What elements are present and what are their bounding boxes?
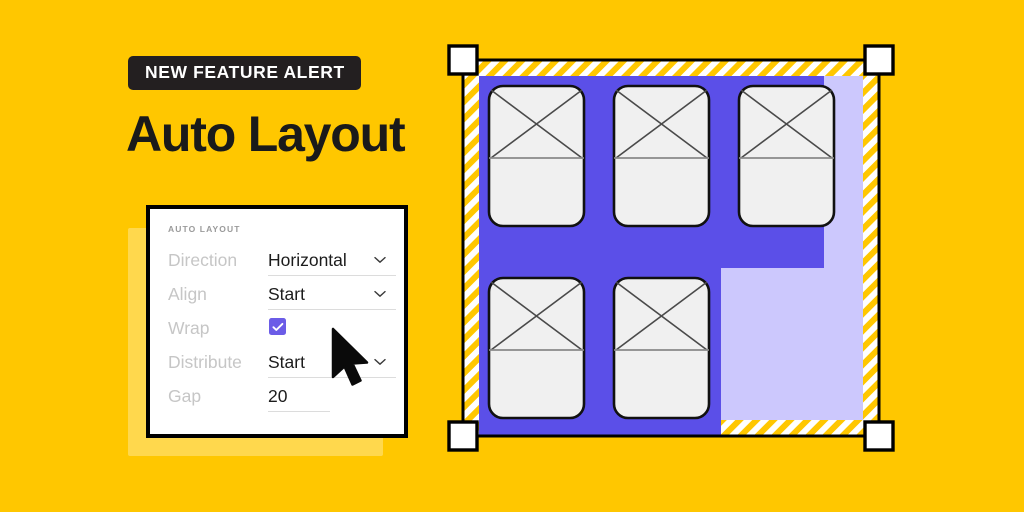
check-icon: [271, 322, 283, 331]
status-badge: NEW FEATURE ALERT: [128, 56, 361, 90]
selection-handle: [863, 44, 895, 76]
card-placeholder: [612, 276, 711, 420]
status-badge-label: NEW FEATURE ALERT: [145, 62, 345, 83]
selection-handle: [447, 44, 479, 76]
field-row-gap: Gap 20: [150, 385, 404, 419]
field-label-gap: Gap: [168, 386, 202, 406]
card-placeholder: [737, 84, 836, 228]
field-row-wrap: Wrap: [150, 317, 404, 351]
field-underline-align: [268, 309, 396, 310]
chevron-down-icon[interactable]: [374, 256, 386, 264]
chevron-down-icon[interactable]: [374, 358, 386, 366]
field-value-distribute[interactable]: Start: [268, 351, 305, 373]
field-label-distribute: Distribute: [168, 352, 242, 372]
field-label-wrap: Wrap: [168, 318, 210, 338]
field-row-align: Align Start: [150, 283, 404, 317]
selection-handle: [863, 420, 895, 452]
field-label-align: Align: [168, 284, 207, 304]
page-title: Auto Layout: [126, 106, 406, 162]
left-content-column: NEW FEATURE ALERT Auto Layout AUTO LAYOU…: [0, 0, 440, 512]
field-underline-gap: [268, 411, 330, 412]
field-value-direction[interactable]: Horizontal: [268, 249, 347, 271]
field-value-gap[interactable]: 20: [268, 385, 287, 407]
card-placeholder: [612, 84, 711, 228]
screenshot-stage: NEW FEATURE ALERT Auto Layout AUTO LAYOU…: [0, 0, 1024, 512]
chevron-down-icon[interactable]: [374, 290, 386, 298]
panel-section-title: AUTO LAYOUT: [168, 224, 241, 234]
field-value-align[interactable]: Start: [268, 283, 305, 305]
field-underline-distribute: [268, 377, 396, 378]
auto-layout-panel: AUTO LAYOUT Direction Horizontal Align S…: [146, 205, 408, 438]
auto-layout-canvas-preview: [440, 28, 920, 468]
field-row-distribute: Distribute Start: [150, 351, 404, 385]
field-underline-direction: [268, 275, 396, 276]
selection-handle: [447, 420, 479, 452]
card-placeholder: [487, 84, 586, 228]
wrap-checkbox[interactable]: [269, 318, 286, 335]
field-label-direction: Direction: [168, 250, 238, 270]
field-row-direction: Direction Horizontal: [150, 249, 404, 283]
card-placeholder: [487, 276, 586, 420]
auto-layout-panel-body: AUTO LAYOUT Direction Horizontal Align S…: [150, 209, 404, 434]
